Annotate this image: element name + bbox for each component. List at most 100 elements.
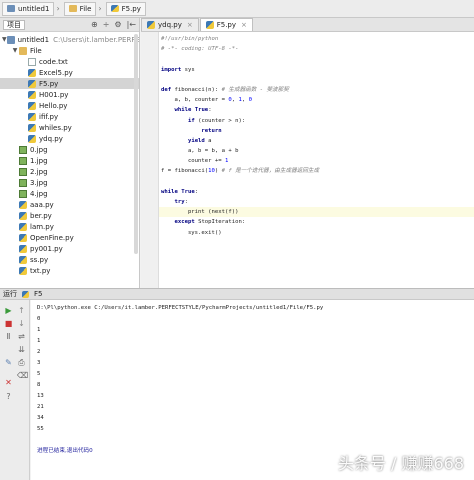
collapse-icon[interactable]: ÷	[103, 20, 110, 29]
tree-item[interactable]: ifif.py	[0, 111, 139, 122]
editor-gutter	[141, 32, 159, 288]
tree-item[interactable]: ▼ File	[0, 45, 139, 56]
stop-icon[interactable]: ■	[4, 319, 13, 328]
breadcrumb-folder[interactable]: File	[63, 1, 97, 16]
image-file-icon	[19, 167, 27, 176]
code-editor[interactable]: #!/usr/bin/python # -*- coding: UTF-8 -*-…	[159, 34, 474, 238]
image-file-icon	[19, 156, 27, 165]
gear-icon[interactable]: ⚙	[114, 20, 121, 29]
run-config-name[interactable]: F5	[34, 290, 42, 298]
code-line: f = fibonacci(10) # f 是一个迭代器，由生成器返回生成	[161, 168, 320, 175]
tree-item[interactable]: F5.py	[0, 78, 139, 89]
down-arrow-icon[interactable]: ↓	[17, 319, 26, 328]
tree-item-label: 1.jpg	[30, 156, 48, 165]
print-icon[interactable]: ⎙	[17, 358, 26, 367]
project-view-selector[interactable]: 项目	[3, 19, 25, 30]
tree-item[interactable]: ▼ untitled1 C:\Users\it.lamber.PERFEC	[0, 34, 139, 45]
code-line: sys.exit()	[161, 229, 222, 236]
python-file-icon	[19, 244, 27, 253]
chevron-right-icon: ›	[98, 4, 102, 13]
tree-item[interactable]: 0.jpg	[0, 144, 139, 155]
code-line: try:	[174, 199, 188, 205]
code-line: # -*- coding: UTF-8 -*-	[161, 46, 239, 53]
console-output-line: 2	[37, 349, 41, 355]
up-arrow-icon[interactable]: ↑	[17, 306, 26, 315]
editor-tab[interactable]: F5.py ×	[199, 18, 253, 31]
tree-item-label: Hello.py	[39, 101, 68, 110]
tree-item-label: txt.py	[30, 266, 51, 275]
tree-item[interactable]: H001.py	[0, 89, 139, 100]
python-file-icon	[28, 134, 36, 143]
sidebar-scrollbar[interactable]	[134, 34, 138, 254]
console-output-line: 55	[37, 426, 44, 432]
tree-item[interactable]: py001.py	[0, 243, 139, 254]
tree-item[interactable]: lam.py	[0, 221, 139, 232]
editor-tab[interactable]: ydq.py ×	[141, 18, 199, 31]
project-panel-header: 项目 ⊕ ÷ ⚙ |←	[0, 18, 139, 32]
code-line: counter += 1	[161, 158, 229, 165]
tree-item-label: 4.jpg	[30, 189, 48, 198]
project-folder-icon	[6, 35, 15, 44]
run-title: 运行	[3, 290, 17, 298]
editor-area: ydq.py × F5.py × #!/usr/bin/python # -*- cod…	[141, 18, 474, 288]
breadcrumb-project[interactable]: untitled1	[2, 1, 55, 16]
clear-icon[interactable]: ⌫	[17, 371, 28, 380]
python-file-icon	[28, 79, 36, 88]
hide-icon[interactable]: |←	[127, 20, 136, 29]
help-icon[interactable]: ?	[4, 392, 13, 401]
expand-arrow-icon[interactable]: ▼	[11, 47, 19, 54]
image-file-icon	[19, 145, 27, 154]
image-file-icon	[19, 189, 27, 198]
editor-tab-label: F5.py	[216, 21, 237, 29]
tree-item[interactable]: 1.jpg	[0, 155, 139, 166]
python-file-icon	[110, 5, 119, 12]
tree-item[interactable]: aaa.py	[0, 199, 139, 210]
tree-item-label: ss.py	[30, 255, 49, 264]
close-tab-icon[interactable]: ×	[241, 21, 247, 29]
python-file-icon	[28, 101, 36, 110]
scroll-to-end-icon[interactable]: ⇊	[17, 345, 26, 354]
tree-item[interactable]: ss.py	[0, 254, 139, 265]
tree-item[interactable]: 2.jpg	[0, 166, 139, 177]
tree-item[interactable]: ber.py	[0, 210, 139, 221]
code-line: a, b, counter = 0, 1, 0	[161, 97, 252, 104]
rerun-icon[interactable]: ▶	[4, 306, 13, 315]
tree-item-label: 2.jpg	[30, 167, 48, 176]
tree-item[interactable]: OpenFine.py	[0, 232, 139, 243]
tree-item[interactable]: txt.py	[0, 265, 139, 276]
console-output-line: 21	[37, 404, 44, 410]
tree-item[interactable]: Excel5.py	[0, 67, 139, 78]
console-output-line: 1	[37, 327, 41, 333]
tree-item-label: code.txt	[39, 57, 68, 66]
python-file-icon	[205, 21, 214, 29]
console-output-line: 34	[37, 415, 44, 421]
python-file-icon	[28, 123, 36, 132]
image-file-icon	[19, 178, 27, 187]
python-file-icon	[22, 290, 29, 298]
expand-arrow-icon[interactable]: ▼	[2, 36, 7, 43]
run-toolbar: ▶ ↑ ■ ↓ Ⅱ ⇌ ⇊ ⎙ ⌫ ✎ ✕ ?	[0, 300, 30, 480]
tree-item[interactable]: ydq.py	[0, 133, 139, 144]
tree-item[interactable]: code.txt	[0, 56, 139, 67]
soft-wrap-icon[interactable]: ⇌	[17, 332, 26, 341]
project-tree: ▼ untitled1 C:\Users\it.lamber.PERFEC ▼ File…	[0, 32, 139, 276]
python-file-icon	[19, 222, 27, 231]
console-output-line: 13	[37, 393, 44, 399]
editor-tabs: ydq.py × F5.py ×	[141, 18, 474, 32]
tree-item-label: aaa.py	[30, 200, 54, 209]
tree-item[interactable]: Hello.py	[0, 100, 139, 111]
tree-item[interactable]: 4.jpg	[0, 188, 139, 199]
tree-item[interactable]: whiles.py	[0, 122, 139, 133]
close-icon[interactable]: ✕	[4, 378, 13, 387]
tree-item[interactable]: 3.jpg	[0, 177, 139, 188]
close-tab-icon[interactable]: ×	[187, 21, 193, 29]
sync-icon[interactable]: ⊕	[91, 20, 98, 29]
tree-item-label: H001.py	[39, 90, 69, 99]
pause-icon[interactable]: Ⅱ	[4, 332, 13, 341]
console-output-line: 1	[37, 338, 41, 344]
python-file-icon	[19, 233, 27, 242]
pin-icon[interactable]: ✎	[4, 358, 13, 367]
breadcrumb-file[interactable]: F5.py	[105, 1, 146, 16]
